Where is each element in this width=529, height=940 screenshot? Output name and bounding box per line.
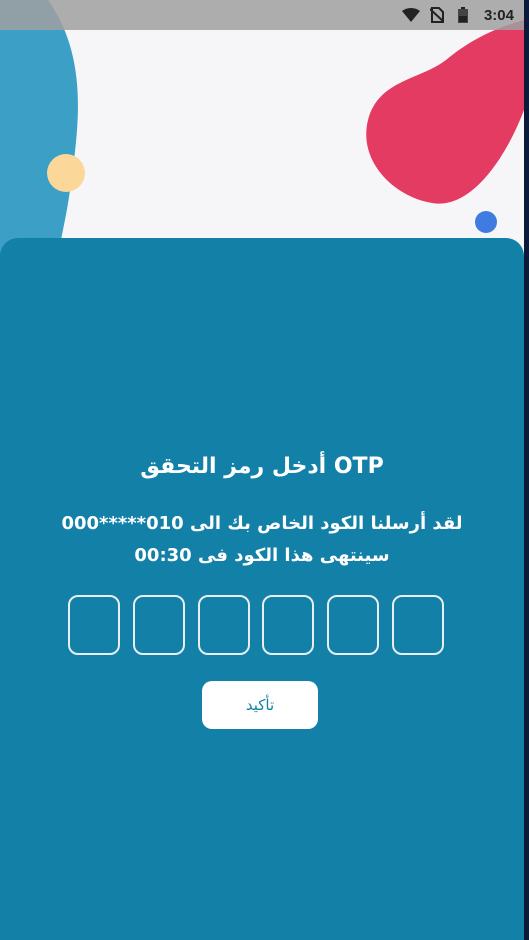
status-time: 3:04	[483, 6, 514, 24]
sent-code-message: لقد أرسلنا الكود الخاص بك الى 010*****00…	[61, 513, 463, 534]
battery-icon	[454, 6, 472, 24]
left-blob	[0, 0, 78, 260]
otp-digit-6[interactable]	[391, 595, 444, 655]
decorative-background	[0, 0, 524, 260]
otp-message: لقد أرسلنا الكود الخاص بك الى 010*****00…	[0, 508, 524, 572]
expiry-message: سينتهى هذا الكود فى 00:30	[134, 545, 390, 566]
otp-screen: 3:04 OTP أدخل رمز التحقق لقد أرسلنا الكو…	[0, 0, 524, 940]
otp-input-row	[68, 595, 444, 657]
otp-digit-5[interactable]	[327, 595, 380, 655]
otp-digit-2[interactable]	[132, 595, 185, 655]
otp-card	[0, 238, 524, 940]
wifi-icon	[401, 6, 420, 24]
blue-dot	[475, 211, 497, 233]
confirm-button[interactable]: تأكيد	[202, 681, 318, 729]
no-sim-icon	[428, 6, 446, 24]
screen-edge	[524, 0, 529, 940]
yellow-dot	[47, 154, 85, 192]
right-blob	[366, 20, 524, 204]
otp-digit-3[interactable]	[197, 595, 250, 655]
page-title: OTP أدخل رمز التحقق	[140, 454, 384, 479]
status-bar: 3:04	[0, 0, 524, 30]
otp-digit-4[interactable]	[262, 595, 315, 655]
otp-digit-1[interactable]	[68, 595, 120, 655]
